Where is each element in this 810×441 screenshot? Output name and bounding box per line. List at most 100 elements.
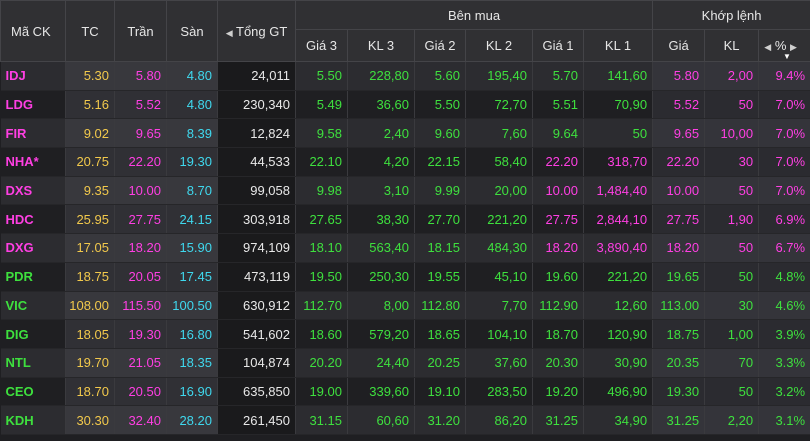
buy-vol-3-cell: 24,40 (347, 348, 415, 378)
symbol-cell[interactable]: DXS (0, 176, 66, 206)
table-row[interactable]: NTL 19.70 21.05 18.35 104,874 20.20 24,40 20.25… (0, 348, 810, 378)
ceiling-price-cell: 9.65 (114, 118, 167, 149)
match-volume-cell: 1,00 (704, 319, 760, 349)
floor-price-cell: 18.35 (166, 348, 218, 378)
match-price-cell: 31.25 (652, 405, 706, 435)
header-buy-vol-1[interactable]: KL 1 (582, 29, 654, 62)
match-price-cell: 22.20 (652, 147, 706, 177)
buy-price-2-cell: 18.65 (414, 319, 466, 349)
buy-vol-1-cell: 12,60 (583, 291, 654, 321)
header-percent[interactable]: ◀ % ▶▼ (758, 29, 810, 62)
header-match-volume[interactable]: KL (704, 29, 760, 62)
buy-price-1-cell: 19.20 (532, 377, 584, 407)
percent-change-cell: 9.4% (758, 61, 810, 91)
buy-vol-1-cell: 120,90 (583, 319, 654, 349)
buy-price-2-cell: 31.20 (414, 405, 466, 435)
floor-price-cell: 16.90 (166, 377, 218, 407)
symbol-cell[interactable]: VIC (0, 291, 66, 321)
match-volume-cell: 30 (704, 291, 760, 321)
ceiling-price-cell: 20.05 (114, 262, 167, 292)
table-row[interactable]: LDG 5.16 5.52 4.80 230,340 5.49 36,60 5.50 72,70… (0, 90, 810, 120)
match-price-cell: 19.30 (652, 377, 706, 407)
symbol-cell[interactable]: PDR (0, 262, 66, 292)
symbol-cell[interactable]: DIG (0, 319, 66, 349)
table-row[interactable]: DIG 18.05 19.30 16.80 541,602 18.60 579,20 18.6… (0, 319, 810, 349)
buy-vol-3-cell: 250,30 (347, 262, 415, 292)
table-row[interactable]: VIC 108.00 115.50 100.50 630,912 112.70 8,00 11… (0, 291, 810, 321)
header-buy-vol-3[interactable]: KL 3 (347, 29, 415, 62)
table-row[interactable]: CEO 18.70 20.50 16.90 635,850 19.00 339,60 19.1… (0, 377, 810, 407)
symbol-cell[interactable]: NHA* (0, 147, 66, 177)
buy-vol-3-cell: 4,20 (347, 147, 415, 177)
buy-price-3-cell: 18.10 (295, 233, 348, 263)
buy-price-3-cell: 9.58 (295, 118, 348, 149)
header-buy-vol-2[interactable]: KL 2 (465, 29, 533, 62)
reference-price-cell: 17.05 (65, 233, 115, 263)
percent-change-cell: 7.0% (758, 90, 810, 120)
match-price-cell: 5.80 (652, 61, 706, 91)
reference-price-cell: 30.30 (65, 405, 115, 435)
buy-vol-1-cell: 318,70 (583, 147, 654, 177)
match-price-cell: 20.35 (652, 348, 706, 378)
symbol-cell[interactable]: NTL (0, 348, 66, 378)
buy-vol-3-cell: 60,60 (347, 405, 415, 435)
header-ceiling[interactable]: Trần (114, 0, 167, 62)
table-row[interactable]: FIR 9.02 9.65 8.39 12,824 9.58 2,40 9.60 7,60 9.6… (0, 118, 810, 149)
reference-price-cell: 18.75 (65, 262, 115, 292)
reference-price-cell: 5.30 (65, 61, 115, 91)
match-volume-cell: 50 (704, 176, 760, 206)
header-match-price[interactable]: Giá (652, 29, 706, 62)
header-total-value[interactable]: ◀ Tổng GT (217, 0, 296, 62)
left-arrow-icon[interactable]: ◀ (226, 28, 233, 38)
symbol-cell[interactable]: DXG (0, 233, 66, 263)
total-value-cell: 44,533 (217, 147, 296, 177)
symbol-cell[interactable]: LDG (0, 90, 66, 120)
buy-price-3-cell: 19.00 (295, 377, 348, 407)
match-price-cell: 19.65 (652, 262, 706, 292)
symbol-cell[interactable]: HDC (0, 204, 66, 235)
reference-price-cell: 5.16 (65, 90, 115, 120)
buy-vol-1-cell: 221,20 (583, 262, 654, 292)
header-buy-price-3[interactable]: Giá 3 (295, 29, 348, 62)
reference-price-cell: 25.95 (65, 204, 115, 235)
header-symbol[interactable]: Mã CK (0, 0, 66, 62)
header-buy-price-2[interactable]: Giá 2 (414, 29, 466, 62)
percent-change-cell: 3.1% (758, 405, 810, 435)
symbol-cell[interactable]: FIR (0, 118, 66, 149)
table-row[interactable]: PDR 18.75 20.05 17.45 473,119 19.50 250,30 19.5… (0, 262, 810, 292)
sort-desc-icon[interactable]: ▼ (783, 52, 791, 61)
header-floor[interactable]: Sàn (166, 0, 218, 62)
buy-vol-2-cell: 104,10 (465, 319, 533, 349)
table-row[interactable]: IDJ 5.30 5.80 4.80 24,011 5.50 228,80 5.60 195,4… (0, 61, 810, 91)
buy-vol-2-cell: 72,70 (465, 90, 533, 120)
symbol-cell[interactable]: CEO (0, 377, 66, 407)
buy-price-3-cell: 9.98 (295, 176, 348, 206)
table-row[interactable]: DXG 17.05 18.20 15.90 974,109 18.10 563,40 18.1… (0, 233, 810, 263)
reference-price-cell: 18.70 (65, 377, 115, 407)
right-arrow-icon[interactable]: ▶ (790, 42, 797, 52)
floor-price-cell: 100.50 (166, 291, 218, 321)
ceiling-price-cell: 19.30 (114, 319, 167, 349)
buy-price-2-cell: 18.15 (414, 233, 466, 263)
symbol-cell[interactable]: KDH (0, 405, 66, 435)
total-value-cell: 261,450 (217, 405, 296, 435)
buy-price-2-cell: 27.70 (414, 204, 466, 235)
table-row[interactable]: DXS 9.35 10.00 8.70 99,058 9.98 3,10 9.99 20,00 1… (0, 176, 810, 206)
buy-price-2-cell: 9.99 (414, 176, 466, 206)
percent-change-cell: 7.0% (758, 147, 810, 177)
total-value-cell: 104,874 (217, 348, 296, 378)
header-reference[interactable]: TC (65, 0, 115, 62)
reference-price-cell: 18.05 (65, 319, 115, 349)
table-row[interactable]: NHA* 20.75 22.20 19.30 44,533 22.10 4,20 22.15 5… (0, 147, 810, 177)
symbol-cell[interactable]: IDJ (0, 61, 66, 91)
price-board: Mã CK TC Trần Sàn ◀ Tổng GT Bên mua Khớp… (0, 0, 810, 435)
buy-vol-1-cell: 34,90 (583, 405, 654, 435)
match-price-cell: 18.20 (652, 233, 706, 263)
left-arrow-icon[interactable]: ◀ (764, 42, 771, 52)
table-row[interactable]: HDC 25.95 27.75 24.15 303,918 27.65 38,30 27.70… (0, 204, 810, 235)
buy-vol-1-cell: 141,60 (583, 61, 654, 91)
total-value-cell: 12,824 (217, 118, 296, 149)
buy-price-1-cell: 18.20 (532, 233, 584, 263)
table-row[interactable]: KDH 30.30 32.40 28.20 261,450 31.15 60,60 31.20… (0, 405, 810, 435)
header-buy-price-1[interactable]: Giá 1 (532, 29, 584, 62)
